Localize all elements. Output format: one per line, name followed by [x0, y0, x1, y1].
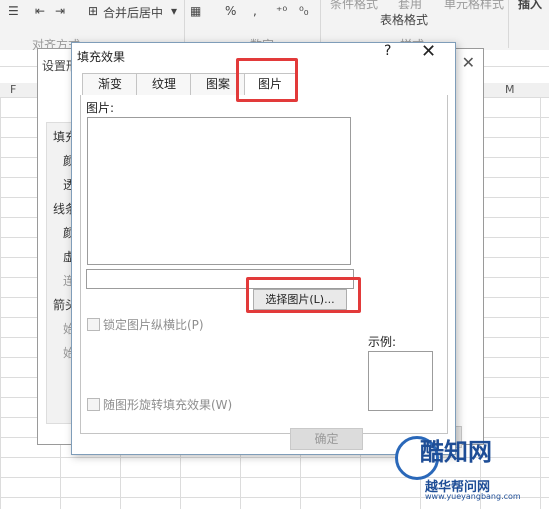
- watermark-url: www.yueyangbang.com: [425, 492, 521, 501]
- decrease-indent-icon[interactable]: ⇤: [35, 4, 45, 18]
- merge-center-icon[interactable]: ⊞: [88, 4, 98, 18]
- rotate-with-shape-label: 随图形旋转填充效果(W): [103, 398, 233, 412]
- sample-label: 示例:: [368, 335, 397, 349]
- sample-preview: [368, 351, 433, 411]
- picture-label: 图片:: [86, 101, 115, 115]
- increase-decimal-icon[interactable]: ⁺⁰: [276, 4, 287, 18]
- insert-button[interactable]: 插入: [518, 0, 542, 12]
- close-icon[interactable]: ✕: [421, 41, 436, 62]
- watermark-brand: 酷知网: [420, 438, 492, 466]
- align-left-icon[interactable]: ☰: [8, 4, 19, 18]
- tab-gradient[interactable]: 渐变: [82, 73, 138, 95]
- help-icon[interactable]: ?: [384, 43, 391, 59]
- comma-button[interactable]: ,: [253, 4, 257, 18]
- button-highlight: [246, 277, 361, 313]
- percent-button[interactable]: %: [225, 4, 236, 18]
- tab-texture[interactable]: 纹理: [136, 73, 192, 95]
- column-header-f[interactable]: F: [10, 83, 16, 96]
- rotate-with-shape-checkbox[interactable]: [87, 398, 100, 411]
- watermark-logo: 酷知网 越华帮问网 www.yueyangbang.com: [395, 428, 545, 506]
- dialog-title: 填充效果: [77, 50, 126, 64]
- close-icon[interactable]: ✕: [462, 53, 475, 72]
- merge-dropdown-icon[interactable]: ▾: [171, 4, 177, 18]
- fill-effects-dialog: 填充效果 ? ✕ 渐变 纹理 图案 图片 图片: 选择图片(L)... 锁定图片…: [71, 41, 456, 455]
- picture-preview: [87, 117, 351, 265]
- table-format-label[interactable]: 表格格式: [380, 11, 428, 28]
- lock-aspect-checkbox[interactable]: [87, 318, 100, 331]
- increase-indent-icon[interactable]: ⇥: [55, 4, 65, 18]
- decrease-decimal-icon[interactable]: ⁰₀: [299, 4, 309, 18]
- tab-highlight: [236, 58, 298, 102]
- column-header-m[interactable]: M: [505, 83, 515, 96]
- currency-icon[interactable]: ▦: [190, 4, 201, 18]
- lock-aspect-label: 锁定图片纵横比(P): [103, 318, 204, 332]
- conditional-format-button[interactable]: 条件格式: [330, 0, 378, 12]
- ok-button[interactable]: 确定: [290, 428, 363, 450]
- cell-style-button[interactable]: 单元格样式: [444, 0, 504, 12]
- merge-center-button[interactable]: 合并后居中: [103, 4, 163, 21]
